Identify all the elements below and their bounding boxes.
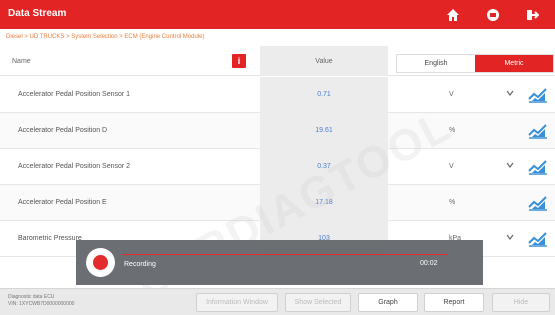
show-selected-button[interactable]: Show Selected	[285, 293, 351, 312]
information-window-button[interactable]: Information Window	[196, 293, 278, 312]
metric-units-option[interactable]: Metric	[475, 55, 553, 72]
table-header: Name i Value English Metric	[0, 46, 555, 76]
recording-time: 00:02	[420, 260, 438, 267]
parameter-unit: %	[449, 199, 456, 206]
parameter-name: Accelerator Pedal Position Sensor 1	[18, 91, 131, 98]
title-bar: Data Stream	[0, 0, 555, 29]
parameter-unit: V	[449, 163, 454, 170]
parameter-name: Accelerator Pedal Position Sensor 2	[18, 163, 131, 170]
footer-toolbar: Diagnostic data ECU VIN: 1XYCWB7D0000000…	[0, 288, 555, 315]
unit-toggle: English Metric	[396, 54, 554, 73]
breadcrumb: Diesel > UD TRUCKS > System Selection > …	[0, 29, 555, 46]
home-icon[interactable]	[443, 5, 463, 25]
graph-icon[interactable]	[527, 122, 549, 140]
record-button[interactable]	[86, 248, 115, 277]
parameter-name: Accelerator Pedal Position D	[18, 127, 108, 134]
value-column-header: Value	[260, 46, 388, 76]
recording-progress-line	[122, 254, 447, 255]
graph-button[interactable]: Graph	[358, 293, 418, 312]
parameter-value: 19.61	[315, 127, 333, 134]
data-stream-list: Accelerator Pedal Position Sensor 1 0.71…	[0, 77, 555, 257]
table-row: Accelerator Pedal Position E 17.18 %	[0, 185, 555, 221]
record-icon	[93, 255, 108, 270]
hide-button[interactable]: Hide	[492, 293, 550, 312]
recording-label: Recording	[124, 261, 156, 268]
parameter-value: 0.71	[317, 91, 331, 98]
english-units-option[interactable]: English	[397, 55, 475, 72]
vehicle-info: Diagnostic data ECU VIN: 1XYCWB7D0000000…	[8, 294, 75, 307]
parameter-name: Accelerator Pedal Position E	[18, 199, 107, 206]
info-button[interactable]: i	[232, 54, 246, 68]
graph-icon[interactable]	[527, 158, 549, 176]
exit-icon[interactable]	[522, 5, 542, 25]
graph-icon[interactable]	[527, 194, 549, 212]
print-icon[interactable]	[483, 5, 503, 25]
table-row: Accelerator Pedal Position Sensor 1 0.71…	[0, 77, 555, 113]
name-column-header: Name	[12, 58, 31, 65]
parameter-value: 17.18	[315, 199, 333, 206]
parameter-name: Barometric Pressure	[18, 235, 82, 242]
parameter-value: 0.37	[317, 163, 331, 170]
chevron-down-icon[interactable]	[506, 161, 514, 169]
recording-overlay: Recording 00:02	[76, 240, 483, 285]
parameter-unit: %	[449, 127, 456, 134]
table-row: Accelerator Pedal Position D 19.61 %	[0, 113, 555, 149]
parameter-unit: V	[449, 91, 454, 98]
chevron-down-icon[interactable]	[506, 233, 514, 241]
chevron-down-icon[interactable]	[506, 89, 514, 97]
graph-icon[interactable]	[527, 230, 549, 248]
report-button[interactable]: Report	[424, 293, 484, 312]
table-row: Accelerator Pedal Position Sensor 2 0.37…	[0, 149, 555, 185]
page-title: Data Stream	[8, 8, 67, 19]
graph-icon[interactable]	[527, 86, 549, 104]
